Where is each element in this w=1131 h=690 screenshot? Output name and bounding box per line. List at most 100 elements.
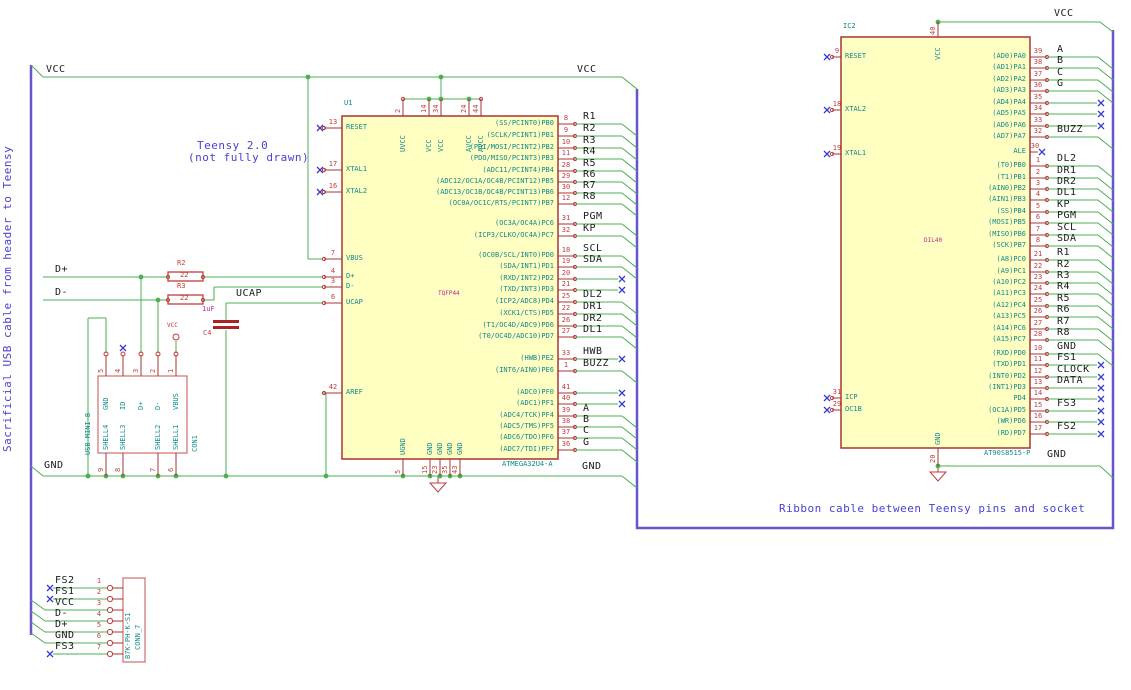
wire: [621, 325, 638, 339]
u1-pin-name: RESET: [346, 123, 368, 131]
u1-pin-name: UGND: [399, 438, 407, 455]
net-label-dplus: D+: [55, 264, 69, 275]
ic2-pin-name: (TXD)PD1: [992, 360, 1026, 368]
ic2-pin-name: (AD1)PA1: [992, 63, 1026, 71]
net-label-vcc: VCC: [1054, 8, 1074, 19]
wire: [1097, 328, 1114, 342]
ic2-pin-number: 17: [1033, 424, 1043, 432]
no-connect-icon: [1097, 418, 1105, 426]
ic2-pin-name: (A10)PC2: [992, 278, 1026, 286]
u1-pin-number: 44: [472, 104, 480, 113]
con1-pin-number: 9: [97, 467, 105, 472]
net-label: R3: [583, 135, 597, 146]
wire: [1097, 271, 1114, 285]
wire: [621, 170, 638, 184]
u1-pin-number: 2: [394, 108, 402, 113]
u1-pin-name: (OC3A/OC4A)PC6: [494, 219, 554, 227]
u1-pin-name: XTAL1: [346, 165, 368, 173]
no-connect-icon: [1097, 384, 1105, 392]
ic2-pin-number: 35: [1033, 93, 1043, 101]
u1-pin-name: (ADC7/TDI)PF7: [499, 445, 554, 453]
wire: [621, 76, 638, 90]
net-label: D-: [55, 608, 69, 619]
ic2-pin-number: 37: [1033, 70, 1043, 78]
net-label: SDA: [583, 254, 603, 265]
net-label: SCL: [583, 243, 603, 254]
ic2-pin-number: 19: [832, 144, 842, 152]
con1-value: USB-MINI-B: [84, 412, 92, 455]
net-label: VCC: [55, 597, 75, 608]
ic2-pin-name: (AIN1)PB3: [988, 195, 1026, 203]
ic2-pin-name: (A13)PC5: [992, 312, 1026, 320]
u1-pin-name: (HWB)PE2: [520, 354, 554, 362]
net-label: R8: [583, 191, 597, 202]
net-label: R7: [1057, 316, 1071, 327]
u1-pin-name: (OC0A/OC1C/RTS/PCINT7)PB7: [448, 199, 554, 207]
net-label: SCL: [1057, 222, 1077, 233]
ic2-pin-name: (SS)PB4: [996, 207, 1026, 215]
u1-pin-number: 43: [451, 465, 459, 474]
conn7-reference: CONN_7: [134, 624, 142, 650]
con1-reference: CON1: [191, 435, 199, 452]
ic2-pin-name: (A12)PC4: [992, 301, 1026, 309]
wire: [1097, 199, 1114, 213]
no-connect-icon: [1097, 373, 1105, 381]
u1-pin-name: UVCC: [399, 135, 407, 152]
wire: [1099, 465, 1114, 479]
junction-dot: [138, 274, 144, 280]
net-label: R2: [1057, 259, 1071, 270]
conn7-pin-number: 7: [96, 643, 102, 651]
u1-pin-number: 23: [431, 465, 439, 474]
con1-pin-number: 5: [97, 368, 105, 373]
net-label: R4: [583, 146, 597, 157]
net-label: R4: [1057, 281, 1071, 292]
u1-pin-name: (RXD/INT2)PD2: [499, 274, 554, 282]
pin-end-circle: [106, 584, 114, 592]
u1-pin-name: AVCC: [477, 135, 485, 152]
u1-pin-number: 32: [561, 226, 571, 234]
net-label: A: [1057, 44, 1064, 55]
ic2-pin-number: 30: [1030, 142, 1040, 150]
wire: [621, 255, 638, 269]
wire: [30, 621, 46, 633]
u1-pin-number: 37: [561, 428, 571, 436]
ic2-pin-number: 9: [834, 47, 840, 55]
con1-pin-number: 6: [167, 467, 175, 472]
wire: [621, 426, 638, 440]
wire: [621, 415, 638, 429]
wire: [1097, 259, 1114, 273]
net-label: BUZZ: [1057, 124, 1084, 135]
con1-pin-name: GND: [102, 397, 110, 410]
u1-pin-number: 3: [330, 277, 336, 285]
u1-pin-number: 33: [561, 349, 571, 357]
net-label: KP: [583, 223, 597, 234]
wire: [621, 135, 638, 149]
u1-pin-name: UCAP: [346, 298, 363, 306]
net-label-gnd: GND: [582, 461, 602, 472]
con1-pin-number: 1: [167, 368, 175, 373]
net-label: A: [583, 403, 590, 414]
u1-pin-number: 20: [561, 269, 571, 277]
ic2-pin-name: (A14)PC6: [992, 324, 1026, 332]
u1-pin-name: AVCC: [465, 135, 473, 152]
u1-pin-number: 36: [561, 440, 571, 448]
wire: [1097, 56, 1114, 70]
u1-pin-number: 38: [561, 417, 571, 425]
c4-plate: [213, 326, 239, 329]
wire: [621, 192, 638, 206]
u1-pin-number: 5: [394, 469, 402, 474]
u1-pin-number: 11: [561, 149, 571, 157]
u1-pin-number: 18: [561, 246, 571, 254]
pin-end-circle: [106, 606, 114, 614]
u1-pin-name: GND: [456, 442, 464, 455]
wire: [621, 235, 638, 249]
wire: [1097, 316, 1114, 330]
ic2-pin-number: 16: [1033, 412, 1043, 420]
u1-pin-name: (INT6/AIN0)PE6: [494, 366, 554, 374]
con1-pin-name: SHELL1: [172, 424, 180, 450]
ic2-pin-name: (A15)PC7: [992, 335, 1026, 343]
no-connect-icon: [618, 286, 626, 294]
net-label: HWB: [583, 346, 603, 357]
r3-reference: R3: [177, 282, 186, 290]
ic2-pin-number: 8: [1035, 236, 1041, 244]
